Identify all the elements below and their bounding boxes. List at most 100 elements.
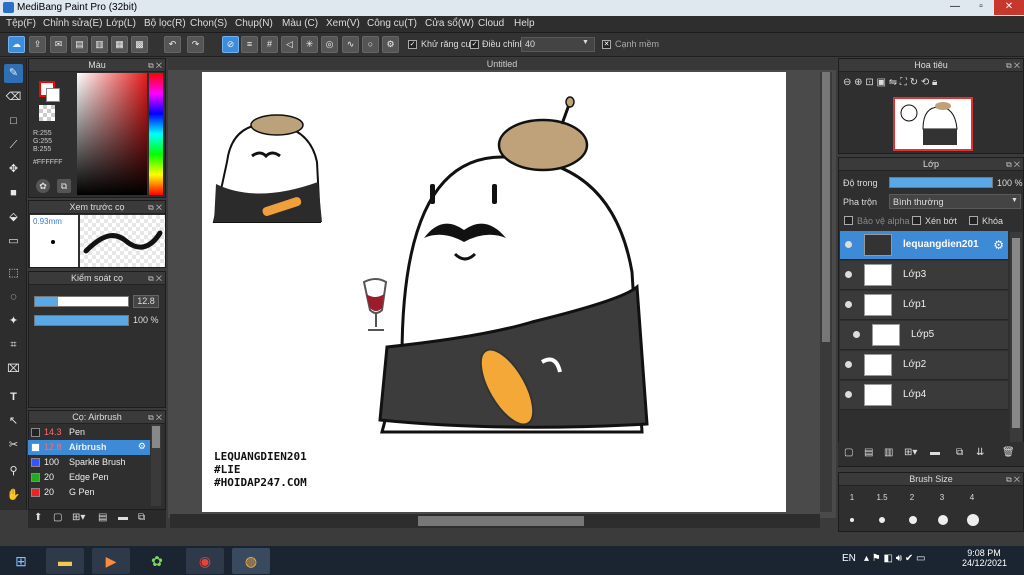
panel-menu-icon[interactable]: ⧉ ✕ — [148, 272, 162, 285]
lock-checkbox[interactable] — [969, 216, 978, 225]
brush-size-value[interactable]: 12.8 — [133, 295, 159, 308]
radial-snap-icon[interactable]: ✳ — [301, 36, 318, 53]
eraser-tool-icon[interactable]: ⌫ — [4, 88, 23, 107]
antialias-checkbox[interactable]: ✓ — [408, 40, 417, 49]
duplicate-layer-icon[interactable]: ⧉ — [956, 447, 963, 458]
undo-icon[interactable]: ↶ — [164, 36, 181, 53]
start-button-icon[interactable]: ⊞ — [2, 548, 40, 574]
zoom-in-icon[interactable]: ⊕ — [854, 77, 862, 88]
layer-folder-icon[interactable]: ▬ — [930, 447, 940, 458]
brush-tool-icon[interactable]: ✎ — [4, 64, 23, 83]
layer-visibility-icon[interactable] — [845, 391, 852, 398]
layer-visibility-icon[interactable] — [845, 361, 852, 368]
dot-tool-icon[interactable]: □ — [4, 112, 23, 131]
menu-view[interactable]: Xem(V) — [326, 18, 360, 29]
zoom-out-icon[interactable]: ⊖ — [843, 77, 851, 88]
brush-cloud-icon[interactable]: ⬆ — [34, 512, 48, 526]
layer-row[interactable]: Lớp2 — [840, 351, 1008, 380]
circle-snap-icon[interactable]: ◎ — [321, 36, 338, 53]
layer-row[interactable]: Lớp4 — [840, 381, 1008, 410]
panel-menu-icon[interactable]: ⧉ ✕ — [148, 59, 162, 72]
document-icon[interactable]: ▥ — [91, 36, 108, 53]
select-eraser-tool-icon[interactable]: ⌧ — [4, 360, 23, 379]
brush-folder-icon[interactable]: ▬ — [118, 512, 132, 526]
panel-menu-icon[interactable]: ⧉ ✕ — [148, 411, 162, 424]
media-player-icon[interactable]: ▶ — [92, 548, 130, 574]
language-indicator[interactable]: EN — [842, 553, 856, 564]
layer-list-scrollbar[interactable] — [1010, 232, 1022, 442]
menu-color[interactable]: Màu (C) — [282, 18, 318, 29]
file-explorer-icon[interactable]: ▬ — [46, 548, 84, 574]
close-button[interactable]: ✕ — [994, 0, 1024, 15]
adjust-dropdown-icon[interactable]: ▼ — [582, 39, 589, 46]
menu-tools[interactable]: Công cụ(T) — [367, 18, 417, 29]
panel-menu-icon[interactable]: ⧉ ✕ — [1006, 473, 1020, 486]
layer-row[interactable]: Lớp1 — [840, 291, 1008, 320]
brush-list-item[interactable]: 100 Sparkle Brush — [28, 455, 150, 470]
layer-visibility-icon[interactable] — [845, 301, 852, 308]
minimize-button[interactable]: — — [942, 0, 968, 15]
brush-size-dot-4[interactable] — [967, 514, 979, 526]
cross-snap-icon[interactable]: # — [261, 36, 278, 53]
layer-row[interactable]: Lớp3 — [840, 261, 1008, 290]
settings-icon[interactable]: ⚙ — [382, 36, 399, 53]
brush-size-slider[interactable] — [34, 296, 129, 307]
cloud-icon[interactable]: ☁ — [8, 36, 25, 53]
fill-shape-tool-icon[interactable]: ■ — [4, 184, 23, 203]
add-brush-icon[interactable]: ⊞▾ — [72, 512, 92, 526]
brush-list-scrollbar[interactable] — [151, 424, 161, 506]
curve-snap-icon[interactable]: ∿ — [342, 36, 359, 53]
comment-icon[interactable]: ✉ — [50, 36, 67, 53]
divide-tool-icon[interactable]: ✂ — [4, 436, 23, 455]
navigator-thumbnail[interactable] — [893, 97, 973, 151]
parallel-snap-icon[interactable]: ≡ — [241, 36, 258, 53]
magic-wand-tool-icon[interactable]: ✦ — [4, 312, 23, 331]
delete-layer-icon[interactable]: 🗑︎ — [1002, 447, 1015, 458]
brush-settings-gear-icon[interactable]: ⚙ — [138, 441, 146, 452]
protect-alpha-checkbox[interactable] — [844, 216, 853, 225]
brush-size-dot-3[interactable] — [938, 515, 948, 525]
menu-help[interactable]: Help — [514, 18, 535, 29]
vanishing-snap-icon[interactable]: ◁ — [281, 36, 298, 53]
new-halftone-layer-icon[interactable]: ▤ — [864, 447, 873, 458]
clock[interactable]: 9:08 PM 24/12/2021 — [962, 548, 1007, 568]
share-icon[interactable]: ⇪ — [29, 36, 46, 53]
canvas-vertical-scrollbar[interactable] — [820, 72, 832, 512]
merge-layer-icon[interactable]: ⇊ — [976, 447, 984, 458]
no-snap-icon[interactable]: ⊘ — [222, 36, 239, 53]
layer-visibility-icon[interactable] — [853, 331, 860, 338]
new-brush-icon[interactable]: ▢ — [53, 512, 67, 526]
layer-visibility-icon[interactable] — [845, 271, 852, 278]
menu-window[interactable]: Cửa sổ(W) — [425, 18, 474, 29]
fit-icon[interactable]: ⊡ — [865, 77, 873, 88]
layer-opacity-slider[interactable] — [889, 177, 993, 188]
ellipse-snap-icon[interactable]: ○ — [362, 36, 379, 53]
hue-slider[interactable] — [149, 73, 163, 195]
brush-size-dot-1[interactable] — [850, 518, 854, 522]
rotate-icon[interactable]: ↻ — [910, 77, 918, 88]
menu-file[interactable]: Tệp(F) — [6, 18, 36, 29]
brush-settings-icon[interactable]: ▤ — [98, 512, 112, 526]
panel-menu-icon[interactable]: ⧉ ✕ — [1006, 158, 1020, 171]
add-layer-menu-icon[interactable]: ⊞▾ — [904, 447, 917, 458]
adjust-checkbox[interactable]: ✓ — [470, 40, 479, 49]
grid-icon[interactable]: ▩ — [131, 36, 148, 53]
canvas-horizontal-scrollbar[interactable] — [170, 514, 820, 528]
drawing-canvas[interactable]: LEQUANGDIEN201 #LIE #HOIDAP247.COM — [202, 72, 786, 512]
lock-icon[interactable]: 🔒︎ — [932, 77, 937, 88]
move-tool-icon[interactable]: ✥ — [4, 160, 23, 179]
brush-list-item[interactable]: 14.3 Pen — [28, 425, 150, 440]
medibang-taskbar-icon[interactable]: ◍ — [232, 548, 270, 574]
blend-mode-select[interactable]: Bình thường — [889, 194, 1021, 209]
layer-settings-gear-icon[interactable]: ⚙ — [993, 238, 1004, 252]
document-tab[interactable]: Untitled — [168, 58, 836, 70]
blend-dropdown-icon[interactable]: ▼ — [1011, 197, 1018, 204]
tray-icons[interactable]: ▴ ⚑ ◧ 🔊︎ ✔ ▭ — [864, 553, 925, 564]
select-tool-icon[interactable]: ⬚ — [4, 264, 23, 283]
panel-menu-icon[interactable]: ⧉ ✕ — [148, 201, 162, 214]
palette-icon[interactable]: ✿ — [36, 179, 50, 193]
menu-select[interactable]: Chọn(S) — [190, 18, 227, 29]
new-8bit-layer-icon[interactable]: ▥ — [884, 447, 893, 458]
secondary-color-swatch[interactable] — [46, 88, 60, 102]
chrome-icon[interactable]: ◉ — [186, 548, 224, 574]
